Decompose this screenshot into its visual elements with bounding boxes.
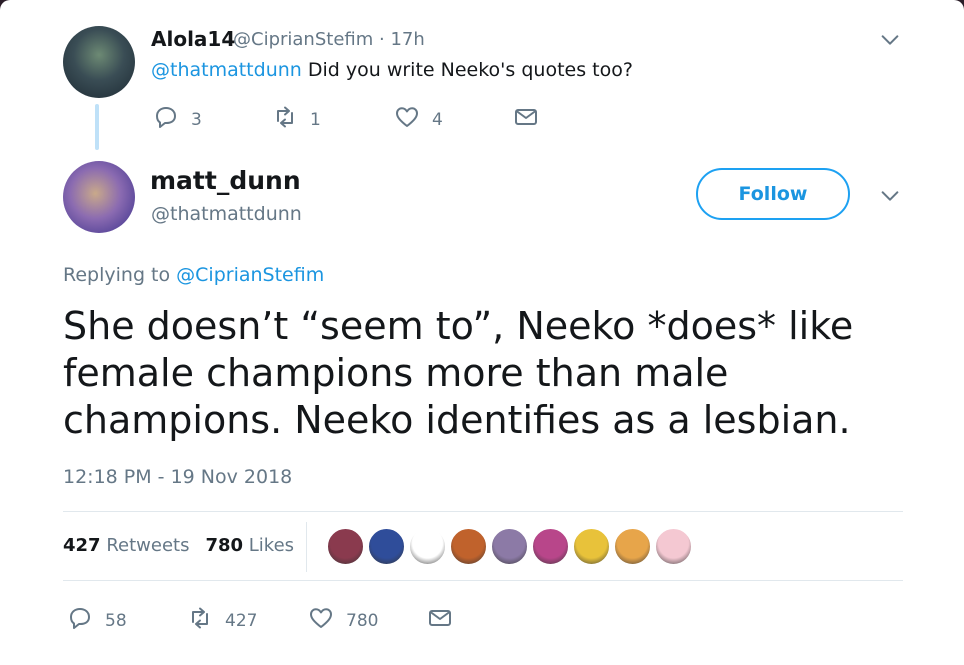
main-author-name[interactable]: matt_dunn	[150, 166, 301, 195]
parent-tweet-body: Did you write Neeko's quotes too?	[301, 59, 633, 81]
parent-avatar[interactable]	[63, 26, 135, 98]
likes-stat[interactable]: 780 Likes	[205, 535, 294, 556]
parent-like-count: 4	[432, 109, 443, 130]
liker-avatar[interactable]	[613, 527, 652, 566]
message-button[interactable]	[427, 605, 453, 636]
replying-to-line: Replying to @CiprianStefim	[63, 264, 324, 286]
envelope-icon	[427, 605, 453, 636]
tweet-stats: 427 Retweets 780 Likes	[63, 535, 294, 556]
retweet-icon	[272, 104, 298, 135]
divider-top	[63, 511, 903, 512]
like-count: 780	[346, 610, 379, 631]
main-tweet-text: She doesn’t “seem to”, Neeko *does* like…	[63, 304, 854, 442]
tweet-card: Alola14 @CiprianStefim · 17h @thatmattdu…	[0, 0, 964, 665]
parent-retweet-count: 1	[310, 109, 321, 130]
heart-icon	[394, 104, 420, 135]
parent-reply-button[interactable]: 3	[153, 104, 202, 135]
likes-stat-count: 780	[205, 535, 244, 556]
stats-separator	[306, 522, 307, 572]
reply-icon	[67, 605, 93, 636]
replying-prefix: Replying to	[63, 264, 177, 286]
divider-bottom	[63, 580, 903, 581]
parent-chevron-down-icon[interactable]	[879, 29, 901, 51]
thread-connector	[95, 104, 99, 150]
tweet-timestamp[interactable]: 12:18 PM - 19 Nov 2018	[63, 466, 292, 488]
retweets-stat-count: 427	[63, 535, 101, 556]
parent-like-button[interactable]: 4	[394, 104, 443, 135]
main-author-handle[interactable]: @thatmattdunn	[151, 203, 302, 225]
parent-retweet-button[interactable]: 1	[272, 104, 321, 135]
envelope-icon	[513, 104, 539, 135]
liker-avatar[interactable]	[572, 527, 611, 566]
parent-message-button[interactable]	[513, 104, 539, 135]
parent-tweet-text: @thatmattdunn Did you write Neeko's quot…	[151, 59, 633, 81]
liker-avatar[interactable]	[654, 527, 693, 566]
parent-time[interactable]: · 17h	[379, 29, 425, 50]
liker-avatar[interactable]	[490, 527, 529, 566]
parent-author-handle[interactable]: @CiprianStefim · 17h	[233, 29, 425, 50]
reply-count: 58	[105, 610, 127, 631]
retweet-count: 427	[225, 610, 258, 631]
main-chevron-down-icon[interactable]	[879, 185, 901, 207]
reply-icon	[153, 104, 179, 135]
parent-author-name[interactable]: Alola14	[151, 27, 235, 51]
retweets-stat-label: Retweets	[106, 535, 190, 556]
replying-to-link[interactable]: @CiprianStefim	[176, 264, 324, 286]
follow-button[interactable]: Follow	[696, 168, 850, 220]
liker-avatar[interactable]	[449, 527, 488, 566]
like-button[interactable]: 780	[308, 605, 378, 636]
liker-avatar[interactable]	[367, 527, 406, 566]
liker-avatars	[326, 527, 693, 566]
liker-avatar[interactable]	[408, 527, 447, 566]
reply-button[interactable]: 58	[67, 605, 127, 636]
retweets-stat[interactable]: 427 Retweets	[63, 535, 189, 556]
likes-stat-label: Likes	[248, 535, 295, 556]
parent-reply-count: 3	[191, 109, 202, 130]
main-avatar[interactable]	[63, 161, 135, 233]
heart-icon	[308, 605, 334, 636]
retweet-icon	[187, 605, 213, 636]
liker-avatar[interactable]	[531, 527, 570, 566]
liker-avatar[interactable]	[326, 527, 365, 566]
parent-mention-link[interactable]: @thatmattdunn	[151, 59, 302, 81]
parent-handle-text[interactable]: @CiprianStefim	[233, 29, 373, 50]
retweet-button[interactable]: 427	[187, 605, 257, 636]
